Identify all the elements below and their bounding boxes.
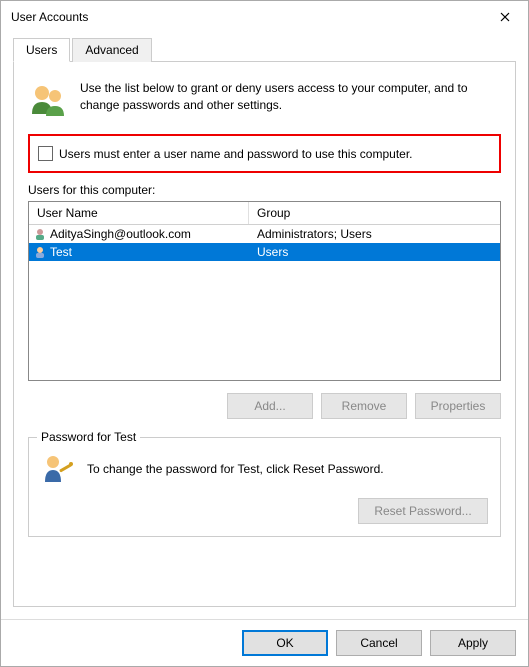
cell-username: Test — [50, 245, 72, 259]
column-username[interactable]: User Name — [29, 202, 249, 224]
titlebar: User Accounts — [1, 1, 528, 33]
table-row[interactable]: Test Users — [29, 243, 500, 261]
highlighted-checkbox-area: Users must enter a user name and passwor… — [28, 134, 501, 173]
tab-users[interactable]: Users — [13, 38, 70, 62]
apply-button[interactable]: Apply — [430, 630, 516, 656]
user-icon — [33, 227, 47, 241]
key-icon — [41, 452, 75, 486]
tab-row: Users Advanced — [13, 37, 516, 62]
password-text: To change the password for Test, click R… — [87, 462, 384, 476]
window-title: User Accounts — [11, 10, 482, 24]
password-group-title: Password for Test — [37, 430, 140, 444]
user-accounts-dialog: User Accounts Users Advanced Use the lis — [0, 0, 529, 667]
add-button[interactable]: Add... — [227, 393, 313, 419]
users-for-computer-label: Users for this computer: — [28, 183, 501, 197]
cell-username: AdityaSingh@outlook.com — [50, 227, 191, 241]
cell-group: Users — [249, 245, 500, 259]
column-group[interactable]: Group — [249, 202, 500, 224]
require-password-label: Users must enter a user name and passwor… — [59, 147, 413, 161]
require-password-row: Users must enter a user name and passwor… — [38, 146, 491, 161]
dialog-footer: OK Cancel Apply — [1, 619, 528, 666]
close-button[interactable] — [482, 1, 528, 33]
remove-button[interactable]: Remove — [321, 393, 407, 419]
user-buttons-row: Add... Remove Properties — [28, 393, 501, 419]
intro-row: Use the list below to grant or deny user… — [28, 80, 501, 120]
reset-password-button[interactable]: Reset Password... — [358, 498, 488, 524]
cancel-button[interactable]: Cancel — [336, 630, 422, 656]
listview-header: User Name Group — [29, 202, 500, 225]
table-row[interactable]: AdityaSingh@outlook.com Administrators; … — [29, 225, 500, 243]
password-row: To change the password for Test, click R… — [41, 452, 488, 486]
users-icon — [28, 80, 68, 120]
tab-advanced[interactable]: Advanced — [72, 38, 151, 62]
reset-button-row: Reset Password... — [41, 498, 488, 524]
users-listview[interactable]: User Name Group AdityaSingh@outlook.com … — [28, 201, 501, 381]
ok-button[interactable]: OK — [242, 630, 328, 656]
require-password-checkbox[interactable] — [38, 146, 53, 161]
user-icon — [33, 245, 47, 259]
close-icon — [500, 12, 510, 22]
dialog-body: Users Advanced Use the list below to gra… — [1, 33, 528, 619]
intro-text: Use the list below to grant or deny user… — [80, 80, 501, 120]
tab-content-users: Use the list below to grant or deny user… — [13, 62, 516, 607]
cell-group: Administrators; Users — [249, 227, 500, 241]
properties-button[interactable]: Properties — [415, 393, 501, 419]
password-groupbox: Password for Test To change the password… — [28, 437, 501, 537]
